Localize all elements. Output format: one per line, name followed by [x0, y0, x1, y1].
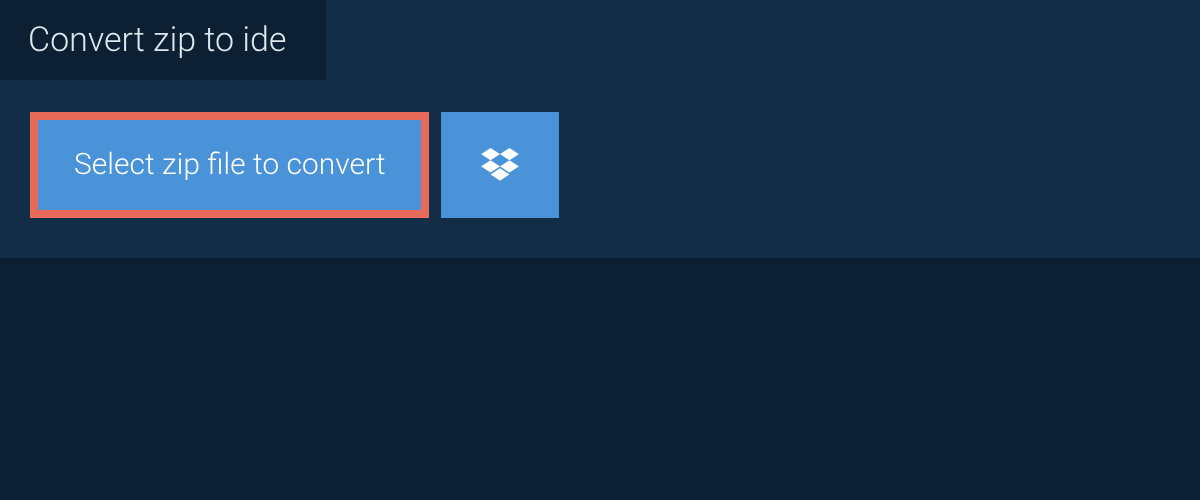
converter-panel: Convert zip to ide Select zip file to co… — [0, 0, 1200, 258]
select-file-button-label: Select zip file to convert — [74, 150, 385, 180]
dropbox-icon — [481, 148, 519, 182]
panel-content: Select zip file to convert — [0, 80, 1200, 258]
tab-convert[interactable]: Convert zip to ide — [0, 0, 326, 80]
tab-label: Convert zip to ide — [28, 20, 286, 60]
dropbox-button[interactable] — [441, 112, 559, 218]
button-row: Select zip file to convert — [30, 112, 1170, 218]
select-file-button[interactable]: Select zip file to convert — [30, 112, 429, 218]
